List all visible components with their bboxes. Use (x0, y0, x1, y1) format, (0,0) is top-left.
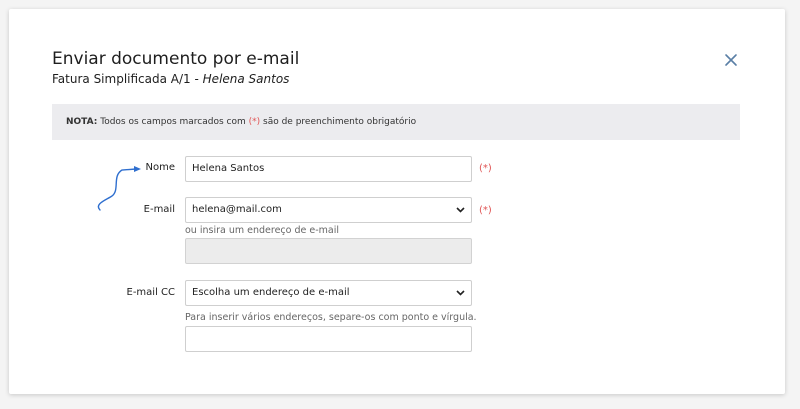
email-cc-selected-value: Escolha um endereço de e-mail (192, 287, 350, 298)
close-button[interactable] (722, 51, 740, 69)
required-fields-note: NOTA: Todos os campos marcados com (*) s… (52, 104, 740, 140)
client-name: Helena Santos (202, 72, 290, 86)
document-subtitle: Fatura Simplificada A/1 - Helena Santos (52, 72, 289, 86)
email-cc-hint: Para inserir vários endereços, separe-os… (185, 312, 477, 323)
email-alt-input[interactable] (185, 238, 472, 264)
curved-arrow-icon (97, 166, 141, 211)
note-required-marker: (*) (248, 117, 261, 127)
name-required-marker: (*) (479, 163, 492, 174)
email-cc-select[interactable]: Escolha um endereço de e-mail (185, 280, 472, 306)
email-selected-value: helena@mail.com (192, 204, 282, 215)
note-text-before: Todos os campos marcados com (97, 117, 249, 127)
note-text-after: são de preenchimento obrigatório (260, 117, 417, 127)
email-cc-label: E-mail CC (126, 287, 176, 298)
name-input[interactable]: Helena Santos (185, 156, 472, 182)
close-icon (725, 54, 737, 66)
chevron-down-icon (456, 207, 465, 213)
chevron-down-icon (456, 290, 465, 296)
note-prefix: NOTA: (66, 117, 98, 127)
document-name: Fatura Simplificada A/1 - (52, 72, 199, 86)
email-alt-hint: ou insira um endereço de e-mail (185, 225, 340, 236)
dialog-title: Enviar documento por e-mail (52, 49, 300, 69)
send-email-dialog: Enviar documento por e-mail Fatura Simpl… (9, 9, 785, 394)
email-select[interactable]: helena@mail.com (185, 197, 472, 223)
email-cc-input[interactable] (185, 326, 472, 352)
email-required-marker: (*) (479, 205, 492, 216)
